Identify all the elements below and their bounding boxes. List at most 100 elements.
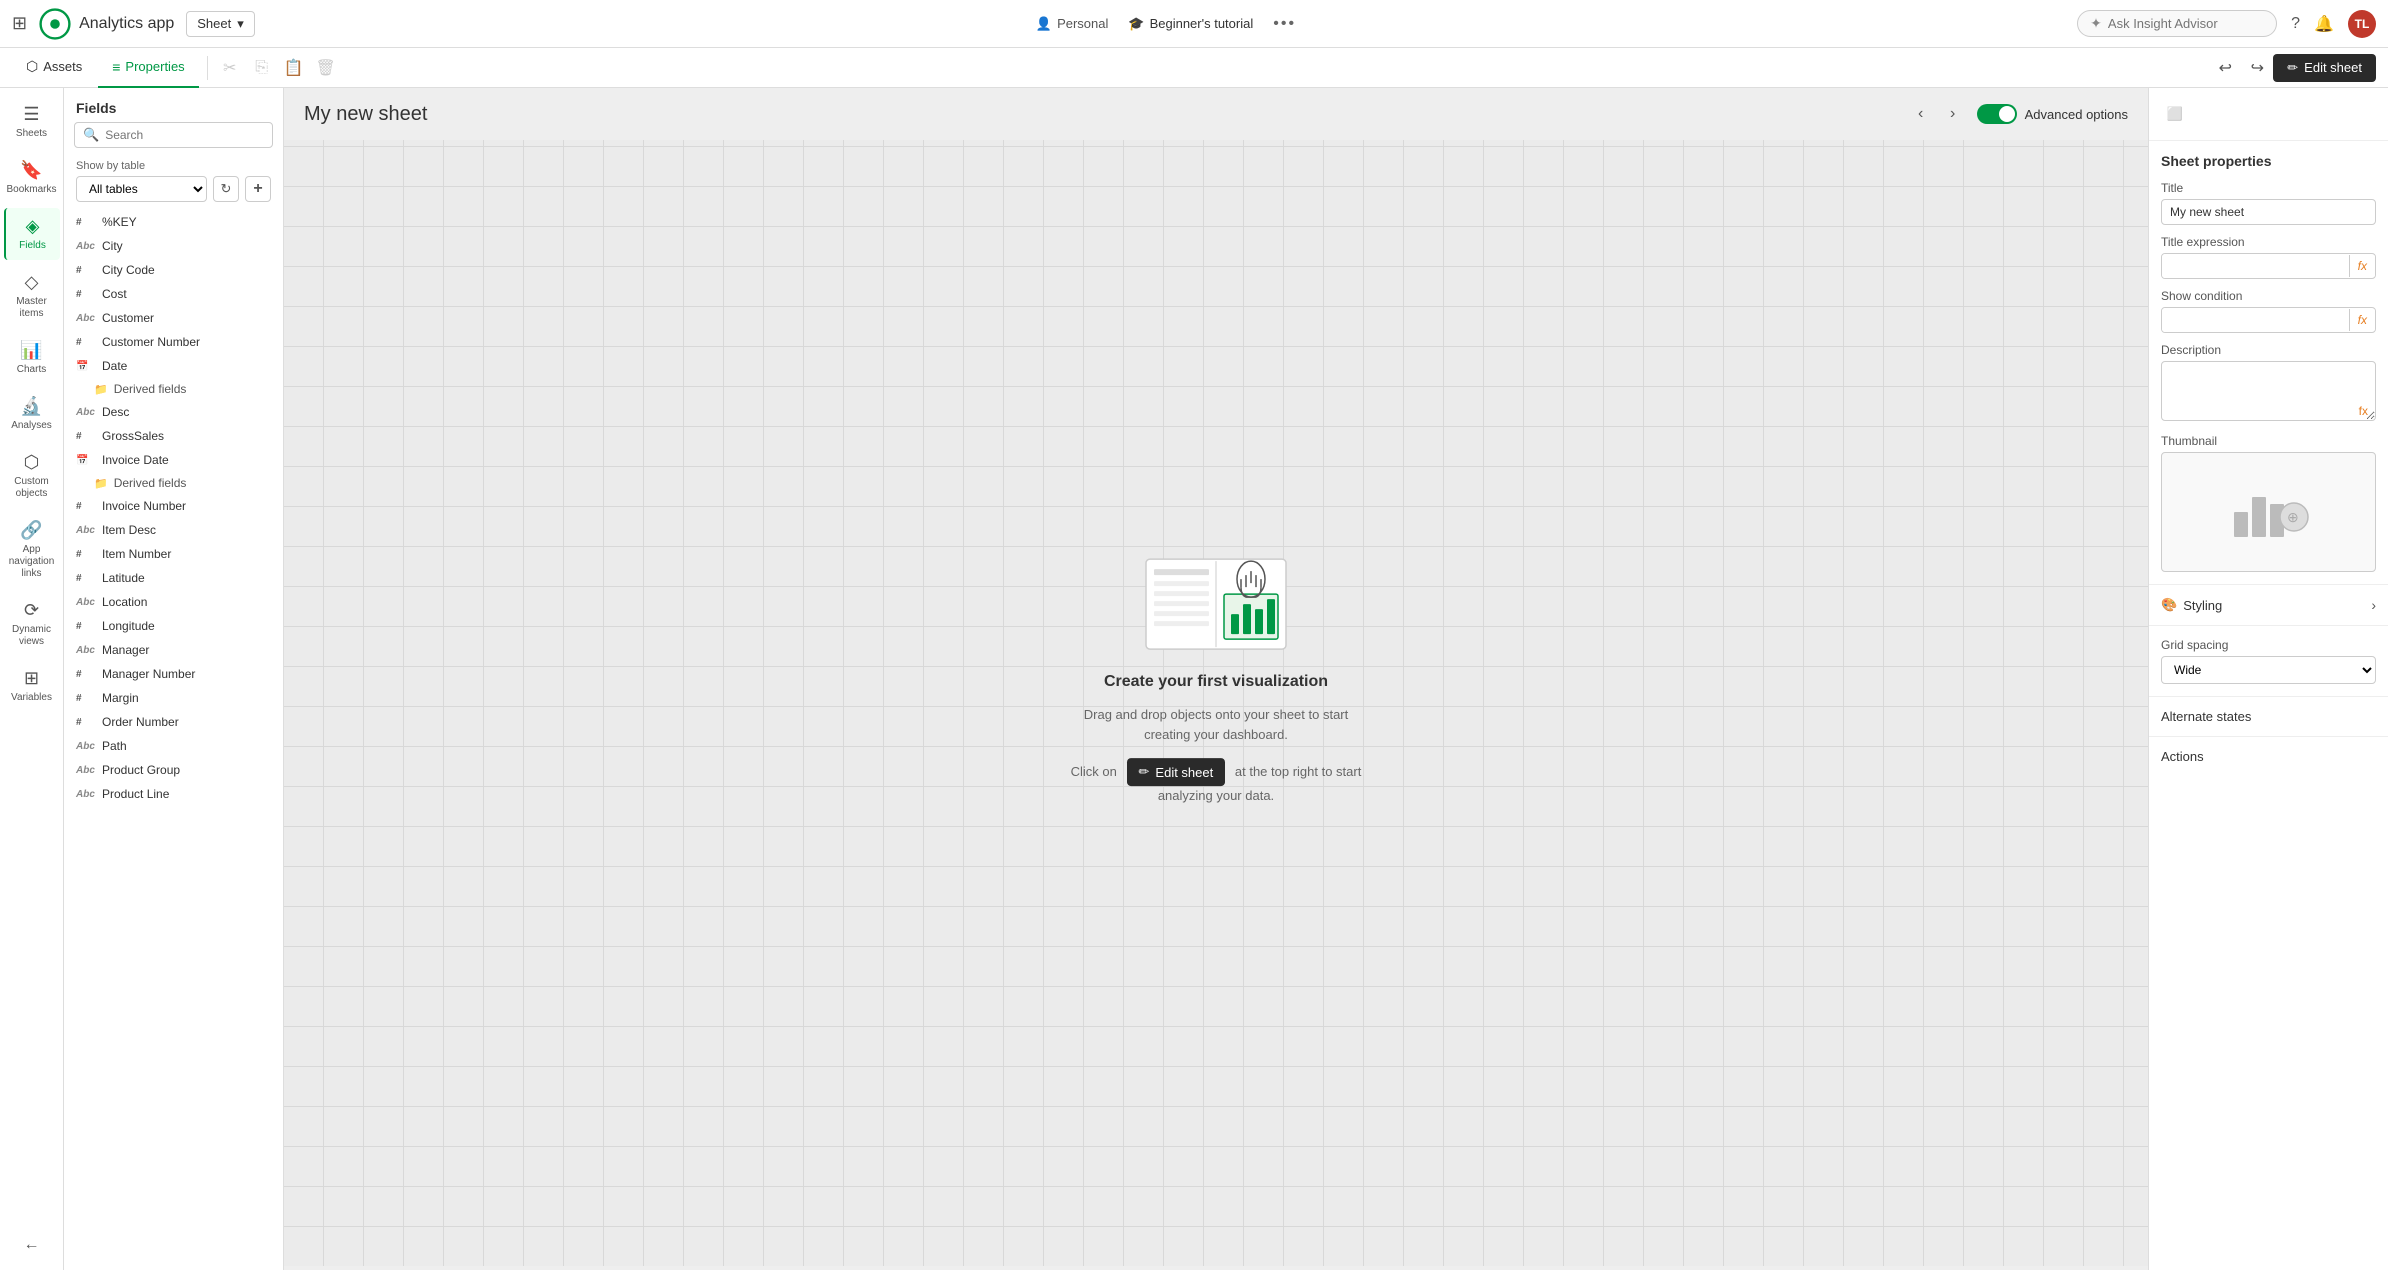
sidebar-item-master-items[interactable]: ◇ Master items bbox=[4, 264, 60, 328]
field-name-label: Customer Number bbox=[102, 335, 200, 349]
next-sheet-button[interactable]: › bbox=[1939, 100, 1967, 128]
sidebar-item-app-nav[interactable]: 🔗 App navigation links bbox=[4, 512, 60, 588]
assets-icon: ⬡ bbox=[26, 58, 38, 75]
help-icon[interactable]: ? bbox=[2291, 15, 2300, 33]
field-name-label: Margin bbox=[102, 691, 139, 705]
grid-canvas[interactable]: Create your first visualization Drag and… bbox=[284, 140, 2148, 1266]
description-fx-button[interactable]: fx bbox=[2359, 404, 2368, 418]
field-type-indicator: Abc bbox=[76, 525, 96, 536]
sidebar-item-charts[interactable]: 📊 Charts bbox=[4, 332, 60, 384]
field-list-item[interactable]: # Margin bbox=[64, 686, 283, 710]
avatar[interactable]: TL bbox=[2348, 10, 2376, 38]
field-list-item[interactable]: AbcProduct Line bbox=[64, 782, 283, 806]
field-type-indicator: # bbox=[76, 289, 96, 300]
field-list-item[interactable]: #Item Number bbox=[64, 542, 283, 566]
sidebar-item-custom-objects[interactable]: ⬡ Custom objects bbox=[4, 444, 60, 508]
sidebar-item-bookmarks[interactable]: 🔖 Bookmarks bbox=[4, 152, 60, 204]
redo-button[interactable]: ↪ bbox=[2243, 54, 2271, 82]
grid-spacing-select[interactable]: Wide Medium Narrow bbox=[2161, 656, 2376, 684]
field-list-item[interactable]: #Customer Number bbox=[64, 330, 283, 354]
tutorial-link[interactable]: 🎓 Beginner's tutorial bbox=[1128, 16, 1253, 32]
field-list-item[interactable]: #Invoice Number bbox=[64, 494, 283, 518]
field-name-label: Manager bbox=[102, 643, 149, 657]
sidebar-item-dynamic-views[interactable]: ⟳ Dynamic views bbox=[4, 592, 60, 656]
sidebar-item-analyses[interactable]: 🔬 Analyses bbox=[4, 388, 60, 440]
advanced-toggle-switch[interactable] bbox=[1977, 104, 2017, 124]
table-select[interactable]: All tables bbox=[76, 176, 207, 202]
title-input[interactable] bbox=[2161, 199, 2376, 225]
field-list-item[interactable]: #Order Number bbox=[64, 710, 283, 734]
tab-properties[interactable]: ≡ Properties bbox=[98, 48, 198, 88]
fields-search-bar[interactable]: 🔍 bbox=[74, 122, 273, 148]
right-panel-top: ⬜ bbox=[2149, 88, 2388, 141]
insight-advisor-search[interactable]: ✦ bbox=[2077, 10, 2277, 37]
derived-fields-item[interactable]: 📁Derived fields bbox=[64, 472, 283, 494]
refresh-fields-button[interactable]: ↻ bbox=[213, 176, 239, 202]
sheet-view-icon: ⬜ bbox=[2161, 100, 2189, 128]
insight-input[interactable] bbox=[2108, 16, 2248, 31]
title-expression-fx-button[interactable]: fx bbox=[2349, 255, 2375, 277]
field-list-item[interactable]: #Latitude bbox=[64, 566, 283, 590]
placeholder-edit-icon: ✏ bbox=[1139, 764, 1150, 780]
copy-button[interactable]: ⎘ bbox=[248, 54, 276, 82]
show-condition-input[interactable] bbox=[2162, 308, 2349, 332]
field-list-item[interactable]: #Manager Number bbox=[64, 662, 283, 686]
derived-fields-item[interactable]: 📁Derived fields bbox=[64, 378, 283, 400]
field-list-item[interactable]: AbcCustomer bbox=[64, 306, 283, 330]
title-expression-input[interactable] bbox=[2162, 254, 2349, 278]
canvas-header: My new sheet ‹ › Advanced options bbox=[284, 88, 2148, 140]
sheet-dropdown[interactable]: Sheet ▾ bbox=[186, 11, 255, 37]
field-list-item[interactable]: Abc Item Desc bbox=[64, 518, 283, 542]
undo-button[interactable]: ↩ bbox=[2211, 54, 2239, 82]
styling-header[interactable]: 🎨 Styling › bbox=[2161, 597, 2376, 613]
field-name-label: Item Desc bbox=[102, 523, 156, 537]
description-input[interactable] bbox=[2161, 361, 2376, 421]
field-list-item[interactable]: AbcLocation bbox=[64, 590, 283, 614]
sidebar-item-fields[interactable]: ◈ Fields bbox=[4, 208, 60, 260]
sidebar-item-sheets[interactable]: ☰ Sheets bbox=[4, 96, 60, 148]
placeholder-edit-sheet-button[interactable]: ✏ Edit sheet bbox=[1127, 758, 1226, 786]
tab-assets[interactable]: ⬡ Assets bbox=[12, 48, 96, 88]
field-list-item[interactable]: #Longitude bbox=[64, 614, 283, 638]
svg-text:⊕: ⊕ bbox=[2287, 509, 2299, 525]
notifications-icon[interactable]: 🔔 bbox=[2314, 14, 2334, 34]
field-list-item[interactable]: AbcPath bbox=[64, 734, 283, 758]
field-type-indicator: Abc bbox=[76, 789, 96, 800]
field-list-item[interactable]: 📅Invoice Date bbox=[64, 448, 283, 472]
charts-icon: 📊 bbox=[20, 340, 42, 361]
field-list-item[interactable]: AbcProduct Group bbox=[64, 758, 283, 782]
left-sidebar: ☰ Sheets 🔖 Bookmarks ◈ Fields ◇ Master i… bbox=[0, 88, 64, 1270]
field-type-indicator: 📅 bbox=[76, 361, 96, 372]
cut-button[interactable]: ✂ bbox=[216, 54, 244, 82]
field-list-item[interactable]: #City Code bbox=[64, 258, 283, 282]
field-list-item[interactable]: 📅Date bbox=[64, 354, 283, 378]
field-list-item[interactable]: #%KEY bbox=[64, 210, 283, 234]
edit-sheet-button[interactable]: ✏ Edit sheet bbox=[2273, 54, 2376, 82]
fields-search-input[interactable] bbox=[105, 128, 264, 142]
paste-button[interactable]: 📋 bbox=[280, 54, 308, 82]
thumbnail-preview[interactable]: ⊕ bbox=[2161, 452, 2376, 572]
field-list-item[interactable]: #GrossSales bbox=[64, 424, 283, 448]
sheet-title: My new sheet bbox=[304, 103, 1897, 126]
delete-button[interactable]: 🗑 bbox=[312, 54, 340, 82]
right-panel: ⬜ Sheet properties Title Title expressio… bbox=[2148, 88, 2388, 1270]
sidebar-item-variables[interactable]: ⊞ Variables bbox=[4, 660, 60, 712]
advanced-options-toggle[interactable]: Advanced options bbox=[1977, 104, 2128, 124]
styling-palette-icon: 🎨 bbox=[2161, 597, 2177, 613]
more-options-icon[interactable]: ••• bbox=[1273, 15, 1296, 33]
field-type-indicator: # bbox=[76, 669, 96, 680]
field-list-item[interactable]: AbcDesc bbox=[64, 400, 283, 424]
field-type-indicator: Abc bbox=[76, 313, 96, 324]
show-condition-fx-button[interactable]: fx bbox=[2349, 309, 2375, 331]
field-list-item[interactable]: AbcCity bbox=[64, 234, 283, 258]
grid-icon[interactable]: ⊞ bbox=[12, 13, 27, 34]
show-condition-label: Show condition bbox=[2161, 289, 2376, 303]
master-items-icon: ◇ bbox=[25, 272, 39, 293]
field-type-indicator: # bbox=[76, 693, 96, 704]
field-name-label: Longitude bbox=[102, 619, 155, 633]
add-field-button[interactable]: + bbox=[245, 176, 271, 202]
field-list-item[interactable]: #Cost bbox=[64, 282, 283, 306]
prev-sheet-button[interactable]: ‹ bbox=[1907, 100, 1935, 128]
collapse-sidebar-button[interactable]: ← bbox=[16, 1228, 48, 1262]
field-list-item[interactable]: AbcManager bbox=[64, 638, 283, 662]
